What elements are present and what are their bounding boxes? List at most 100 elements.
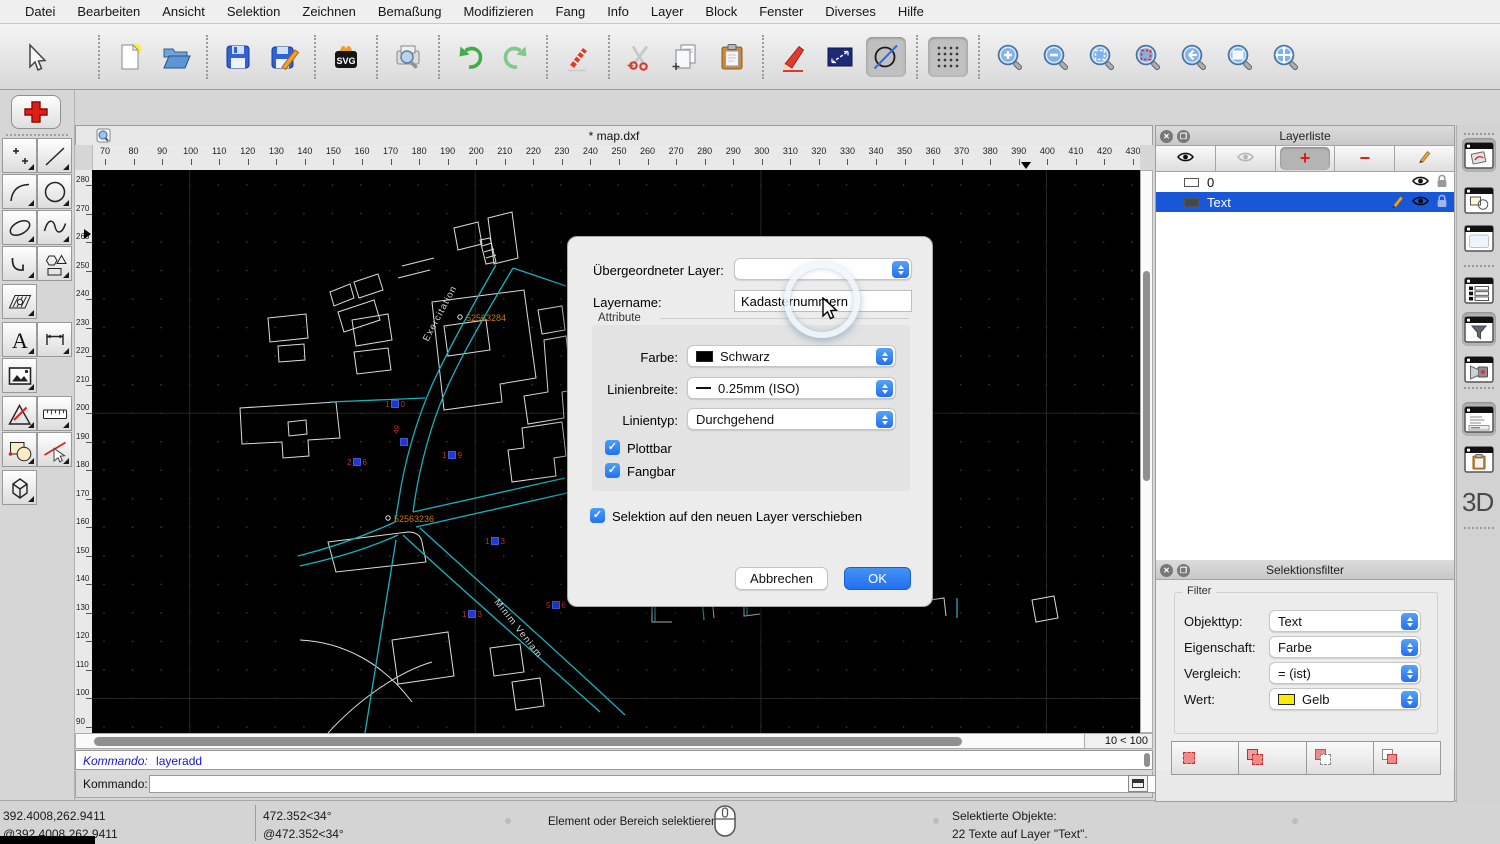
selected-text-highlight[interactable] <box>401 439 408 446</box>
command-input[interactable] <box>149 775 1194 793</box>
zoom-in-button[interactable] <box>990 37 1030 77</box>
delete-tool-button[interactable] <box>558 37 598 77</box>
tool-line[interactable] <box>37 138 72 173</box>
redo-button[interactable] <box>496 37 536 77</box>
copy-button[interactable] <box>666 37 706 77</box>
tool-point[interactable] <box>2 138 37 173</box>
tool-shapes[interactable] <box>37 246 72 281</box>
svg-export-button[interactable]: SVG <box>326 37 366 77</box>
color-popup[interactable]: Schwarz <box>687 345 896 367</box>
menu-diverses[interactable]: Diverses <box>814 0 887 24</box>
objects-window-button[interactable] <box>1462 183 1496 217</box>
tool-freehand[interactable] <box>37 210 72 245</box>
selected-text-highlight[interactable] <box>354 459 361 466</box>
grid-toggle-button[interactable] <box>928 37 968 77</box>
menu-block[interactable]: Block <box>694 0 748 24</box>
selected-text-highlight[interactable] <box>392 401 399 408</box>
plottable-checkbox[interactable]: ✓ <box>605 440 620 455</box>
selected-text-highlight[interactable] <box>492 538 499 545</box>
filter-popup-wert-[interactable]: Gelb <box>1269 688 1421 710</box>
history-scroll-thumb[interactable] <box>1144 753 1150 767</box>
layer-row-0[interactable]: 0 <box>1156 172 1454 192</box>
cut-button[interactable] <box>620 37 660 77</box>
layer-row-text[interactable]: Text <box>1156 192 1454 212</box>
add-layer-button[interactable]: + <box>1276 146 1336 171</box>
lock-icon[interactable] <box>1436 194 1448 208</box>
plot-window-button[interactable] <box>1462 352 1496 386</box>
tool-circle[interactable] <box>37 174 72 209</box>
eye-icon[interactable] <box>1412 195 1429 207</box>
paste-button[interactable] <box>712 37 752 77</box>
menu-bearbeiten[interactable]: Bearbeiten <box>66 0 151 24</box>
print-preview-button[interactable] <box>388 37 428 77</box>
selected-text-highlight[interactable] <box>449 452 456 459</box>
menu-hilfe[interactable]: Hilfe <box>887 0 935 24</box>
menu-fang[interactable]: Fang <box>545 0 597 24</box>
select-subtract-button[interactable] <box>1307 742 1374 774</box>
cancel-button[interactable]: Abbrechen <box>735 567 828 590</box>
tool-cube-3d[interactable] <box>2 470 37 505</box>
zoom-out-button[interactable] <box>1036 37 1076 77</box>
pencil-icon[interactable] <box>1418 149 1432 163</box>
menu-info[interactable]: Info <box>596 0 640 24</box>
tool-image[interactable] <box>2 358 37 393</box>
blank-window-button[interactable] <box>1462 221 1496 255</box>
select-intersect-button[interactable] <box>1374 742 1440 774</box>
eye-icon[interactable] <box>1177 151 1194 163</box>
command-window-button[interactable] <box>1462 402 1496 436</box>
line-type-popup[interactable]: Durchgehend <box>687 408 896 430</box>
undo-button[interactable] <box>450 37 490 77</box>
open-file-button[interactable] <box>156 37 196 77</box>
zoom-selection-button[interactable] <box>1128 37 1168 77</box>
palette-drag-handle[interactable] <box>6 134 68 136</box>
edit-layer-button[interactable] <box>1395 146 1454 171</box>
select-add-button[interactable] <box>1239 742 1306 774</box>
tool-arc[interactable] <box>2 174 37 209</box>
tool-text[interactable]: A <box>2 322 37 357</box>
add-element-button[interactable] <box>11 95 61 129</box>
tool-hatch[interactable] <box>2 284 37 319</box>
menu-zeichnen[interactable]: Zeichnen <box>291 0 366 24</box>
pan-button[interactable] <box>1266 37 1306 77</box>
remove-layer-button[interactable]: − <box>1335 146 1395 171</box>
vertical-scrollbar[interactable] <box>1140 170 1153 733</box>
select-new-button[interactable] <box>1172 742 1239 774</box>
menu-modifizieren[interactable]: Modifizieren <box>452 0 544 24</box>
hide-other-layers-button[interactable] <box>1216 146 1276 171</box>
measure-rect-button[interactable] <box>820 37 860 77</box>
save-file-button[interactable] <box>218 37 258 77</box>
eye-icon[interactable] <box>1412 175 1429 187</box>
zoom-window-button[interactable] <box>1220 37 1260 77</box>
circle-mode-button[interactable] <box>866 37 906 77</box>
filter-popup-vergleich-[interactable]: = (ist) <box>1269 662 1421 684</box>
menu-selektion[interactable]: Selektion <box>216 0 291 24</box>
move-selection-checkbox[interactable]: ✓ <box>590 508 605 523</box>
layer-window-button[interactable] <box>1462 138 1496 172</box>
tool-dimension[interactable] <box>37 322 72 357</box>
line-width-popup[interactable]: 0.25mm (ISO) <box>687 377 896 399</box>
list-window-button[interactable] <box>1462 273 1496 307</box>
selected-text-highlight[interactable] <box>469 611 476 618</box>
menu-layer[interactable]: Layer <box>640 0 695 24</box>
zoom-previous-button[interactable] <box>1174 37 1214 77</box>
edit-pencil-button[interactable] <box>774 37 814 77</box>
command-window-button[interactable] <box>1128 775 1148 792</box>
filter-window-button[interactable] <box>1462 312 1496 346</box>
menu-bema-ung[interactable]: Bemaßung <box>367 0 453 24</box>
zoom-fit-button[interactable] <box>1082 37 1122 77</box>
ok-button[interactable]: OK <box>844 567 911 590</box>
tool-trim[interactable] <box>37 432 72 467</box>
vscroll-thumb[interactable] <box>1143 271 1150 481</box>
selected-text-highlight[interactable] <box>553 602 560 609</box>
horizontal-scrollbar[interactable] <box>75 733 1085 749</box>
filter-popup-objekttyp-[interactable]: Text <box>1269 610 1421 632</box>
snappable-checkbox[interactable]: ✓ <box>605 463 620 478</box>
pencil-icon[interactable] <box>1391 194 1405 208</box>
tool-ellipse[interactable] <box>2 210 37 245</box>
tool-polyline[interactable] <box>2 246 37 281</box>
show-all-layers-button[interactable] <box>1156 146 1216 171</box>
tool-construction[interactable] <box>2 396 37 431</box>
hscroll-thumb[interactable] <box>94 737 962 746</box>
clipboard-window-button[interactable] <box>1462 442 1496 476</box>
tool-measure[interactable] <box>37 396 72 431</box>
